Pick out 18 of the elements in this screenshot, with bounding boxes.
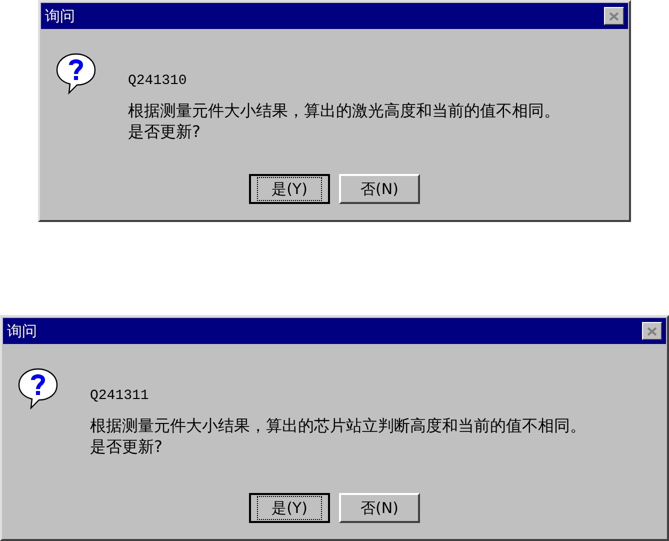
message-text: 根据测量元件大小结果，算出的激光高度和当前的值不相同。 bbox=[128, 100, 560, 121]
dialog-button[interactable]: 是(Y) bbox=[249, 493, 330, 523]
message-code: Q241310 bbox=[128, 72, 188, 91]
question-icon bbox=[17, 366, 59, 410]
message-code: Q241311 bbox=[90, 387, 150, 406]
dialog-button[interactable]: 否(N) bbox=[339, 174, 420, 204]
window-title: 询问 bbox=[45, 6, 75, 27]
message-text: 根据测量元件大小结果，算出的芯片站立判断高度和当前的值不相同。 bbox=[90, 415, 586, 436]
close-button[interactable] bbox=[642, 322, 662, 340]
question-icon bbox=[55, 51, 97, 95]
message-text: 是否更新? bbox=[90, 436, 164, 457]
message-text: 是否更新? bbox=[128, 121, 202, 142]
dialog-button[interactable]: 是(Y) bbox=[249, 174, 330, 204]
close-icon bbox=[609, 12, 619, 20]
close-icon bbox=[647, 326, 657, 336]
dialog-button[interactable]: 否(N) bbox=[339, 493, 420, 523]
close-button[interactable] bbox=[604, 7, 624, 25]
window-title: 询问 bbox=[7, 320, 37, 342]
